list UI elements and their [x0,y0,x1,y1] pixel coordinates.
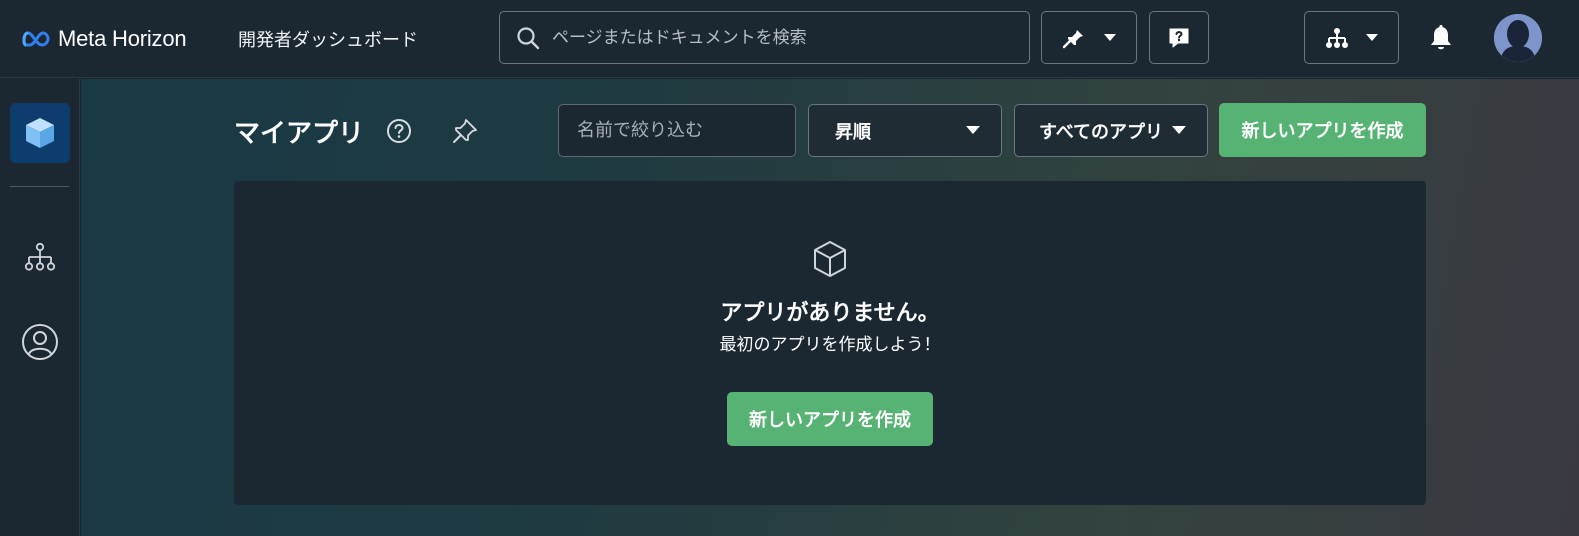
main-content: マイアプリ 昇順 すべてのアプリ 新しいアプリを作成 アプリがありません。 最初… [81,79,1579,536]
org-tree-icon [24,242,56,271]
empty-create-app-button[interactable]: 新しいアプリを作成 [727,392,933,446]
app-scope-dropdown-label: すべてのアプリ [1039,121,1164,143]
bell-icon[interactable] [1428,24,1454,52]
page-title: マイアプリ [234,119,365,149]
empty-state-subtitle: 最初のアプリを作成しよう！ [719,335,941,355]
feedback-button[interactable] [1149,11,1209,64]
profile-silhouette-icon [1494,14,1542,62]
sidebar-divider [10,186,69,187]
pinned-menu-button[interactable] [1041,11,1137,64]
help-bubble-icon [1169,28,1189,47]
top-bar: Meta Horizon 開発者ダッシュボード [0,0,1579,78]
create-app-button[interactable]: 新しいアプリを作成 [1219,103,1426,157]
sort-dropdown[interactable]: 昇順 [808,104,1002,157]
org-tree-icon [1325,27,1348,48]
search-input[interactable] [552,12,1022,63]
name-filter-box[interactable] [558,104,796,157]
sidebar-item-account[interactable] [20,322,60,362]
chevron-down-icon [1104,34,1116,41]
sidebar-item-apps[interactable] [10,103,70,163]
chevron-down-icon [1172,126,1186,134]
left-sidebar [0,79,80,536]
meta-logo-icon [22,31,50,47]
name-filter-input[interactable] [559,105,795,156]
question-circle-icon[interactable] [385,117,413,145]
brand-name: Meta Horizon [58,26,187,51]
avatar[interactable] [1494,14,1542,62]
dashboard-subtitle: 開発者ダッシュボード [238,30,418,51]
org-switcher-button[interactable] [1304,11,1399,64]
cube-icon [26,118,54,148]
brand-logo[interactable]: Meta Horizon [22,24,187,54]
cube-outline-icon [814,241,846,277]
search-icon [517,27,540,50]
search-box[interactable] [499,11,1030,64]
pin-icon [1062,27,1083,48]
user-circle-icon [22,324,58,360]
chevron-down-icon [966,126,980,134]
sidebar-item-organization[interactable] [20,237,60,277]
apps-empty-panel: アプリがありません。 最初のアプリを作成しよう！ 新しいアプリを作成 [234,181,1426,505]
pin-icon[interactable] [451,117,479,145]
chevron-down-icon [1365,34,1378,41]
sort-dropdown-label: 昇順 [835,121,871,143]
app-scope-dropdown[interactable]: すべてのアプリ [1014,104,1208,157]
empty-state-title: アプリがありません。 [720,301,940,326]
